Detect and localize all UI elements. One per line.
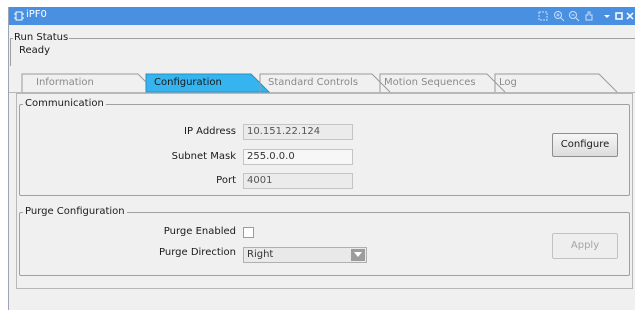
tab-configuration-label: Configuration (154, 77, 222, 88)
run-status-frame-edge (10, 38, 11, 66)
fit-icon[interactable] (537, 10, 549, 22)
zoom-in-icon[interactable] (553, 10, 565, 22)
communication-group: Communication IP Address 10.151.22.124 S… (19, 98, 630, 196)
tab-log-label: Log (499, 77, 517, 88)
port-label: Port (216, 175, 236, 186)
purge-configuration-legend: Purge Configuration (23, 206, 127, 217)
port-field[interactable]: 4001 (243, 173, 353, 189)
tab-standard-controls-label: Standard Controls (268, 77, 359, 88)
subnet-mask-label: Subnet Mask (171, 151, 236, 162)
ip-address-label: IP Address (184, 126, 236, 137)
configuration-panel: Communication IP Address 10.151.22.124 S… (16, 93, 633, 289)
run-status-frame-right (64, 38, 635, 39)
apply-button[interactable]: Apply (552, 233, 618, 259)
tab-information-label: Information (36, 77, 94, 88)
tab-standard-controls[interactable]: Standard Controls (260, 73, 376, 93)
purge-direction-label: Purge Direction (159, 247, 236, 258)
zoom-out-icon[interactable] (568, 10, 580, 22)
purge-enabled-label: Purge Enabled (163, 226, 236, 237)
tab-log[interactable]: Log (495, 73, 605, 93)
tab-information[interactable]: Information (22, 73, 142, 93)
pan-icon[interactable] (583, 10, 595, 22)
chevron-down-icon (351, 249, 365, 261)
run-status-value: Ready (19, 45, 51, 56)
tab-motion-sequences-label: Motion Sequences (384, 77, 476, 88)
tab-motion-sequences[interactable]: Motion Sequences (380, 73, 492, 93)
communication-legend: Communication (23, 98, 106, 109)
purge-configuration-group: Purge Configuration Purge Enabled Purge … (19, 206, 630, 276)
purge-enabled-checkbox[interactable] (243, 227, 254, 238)
ipf0-window: iPF0 Run Status Ready Information Config… (8, 7, 635, 310)
configure-button[interactable]: Configure (552, 133, 618, 157)
ip-address-field[interactable]: 10.151.22.124 (243, 124, 353, 140)
device-icon (13, 10, 25, 22)
close-icon[interactable] (624, 10, 635, 22)
purge-direction-select[interactable]: Right (243, 247, 367, 263)
purge-direction-value: Right (247, 249, 274, 260)
tab-configuration[interactable]: Configuration (146, 73, 258, 93)
window-title: iPF0 (26, 9, 47, 20)
subnet-mask-field[interactable]: 255.0.0.0 (243, 149, 353, 165)
chevron-down-icon[interactable] (601, 10, 613, 22)
window-titlebar: iPF0 (9, 7, 635, 25)
run-status-legend: Run Status (13, 32, 70, 43)
